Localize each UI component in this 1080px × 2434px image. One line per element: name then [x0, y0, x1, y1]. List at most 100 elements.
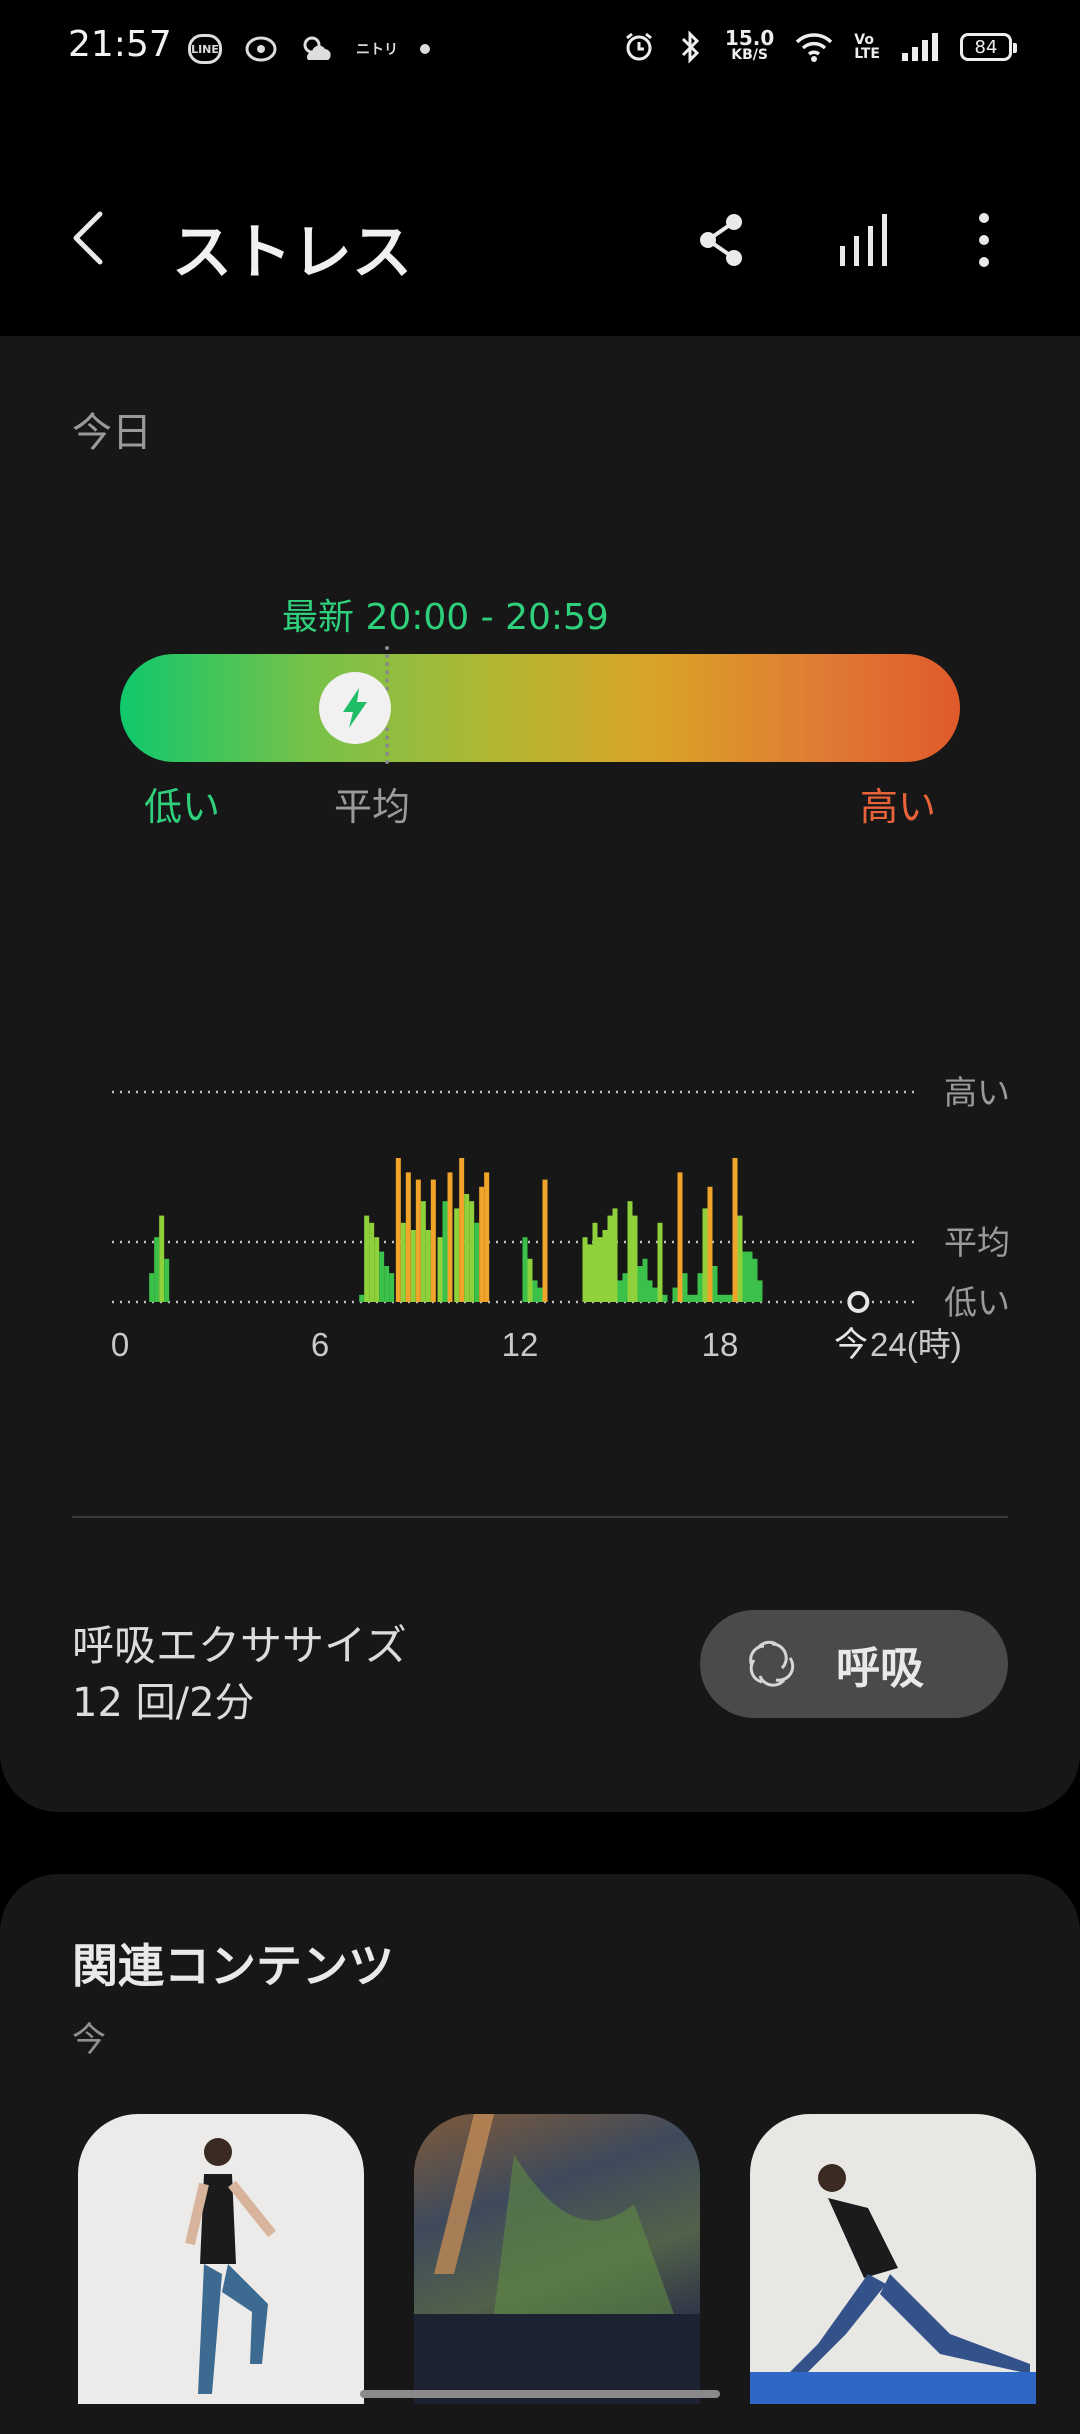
- chart-bar: [379, 1251, 385, 1302]
- chart-bar: [752, 1258, 758, 1302]
- chart-bar: [737, 1215, 743, 1302]
- chart-bar: [425, 1230, 431, 1302]
- yoga-lunge-thumbnail[interactable]: [750, 2114, 1036, 2404]
- bluetooth-icon: [681, 30, 700, 64]
- gauge-low-label: 低い: [144, 785, 221, 829]
- chart-bar: [747, 1251, 753, 1302]
- chart-bar: [430, 1179, 436, 1302]
- current-stress-marker: [319, 672, 392, 744]
- alarm-icon: [625, 32, 652, 61]
- net-speed-unit: KB/S: [731, 47, 768, 63]
- volte-icon: Vo LTE: [854, 32, 880, 62]
- x-tick-label: 0: [111, 1326, 129, 1363]
- related-content-title: 関連コンテンツ: [72, 1939, 394, 1993]
- chart-bar: [369, 1222, 375, 1302]
- stress-hourly-chart: 0 6 12 18 今 24(時) 高い平均低い: [111, 1074, 1010, 1364]
- gauge-average-label: 平均: [334, 785, 411, 829]
- back-arrow-icon[interactable]: [62, 208, 122, 268]
- chart-bar: [474, 1222, 480, 1302]
- chart-bar: [410, 1230, 416, 1302]
- chart-bar: [159, 1215, 165, 1302]
- page-title: ストレス: [172, 218, 412, 288]
- nitori-icon: ニトリ: [356, 42, 398, 58]
- chart-bar: [727, 1294, 733, 1302]
- chart-bar: [395, 1158, 401, 1302]
- chart-bar: [454, 1208, 460, 1302]
- more-notifications-dot: [420, 44, 430, 54]
- yoga-lunge-image: [750, 2164, 1036, 2404]
- gesture-nav-handle[interactable]: [360, 2390, 720, 2398]
- now-marker: [847, 1291, 870, 1313]
- line-icon: LINE: [188, 34, 222, 64]
- chart-bar: [389, 1273, 395, 1302]
- x-tick-label: 18: [702, 1326, 739, 1363]
- related-content-subtitle: 今: [72, 2020, 106, 2060]
- chart-bar: [420, 1201, 426, 1302]
- chart-bar: [647, 1280, 653, 1302]
- chart-bar: [607, 1215, 613, 1302]
- breathing-exercise-title: 呼吸エクササイズ: [72, 1621, 407, 1670]
- chart-bar: [612, 1208, 618, 1302]
- chart-bar: [415, 1179, 421, 1302]
- eye-app-icon: [245, 36, 277, 62]
- chart-bar: [149, 1273, 155, 1302]
- x-tick-label: 12: [502, 1326, 539, 1363]
- wifi-icon: [796, 33, 833, 62]
- battery-icon: 84: [960, 33, 1017, 61]
- chart-bar: [657, 1222, 663, 1302]
- section-divider: [72, 1516, 1008, 1518]
- chart-bar: [359, 1294, 365, 1302]
- aurora-thumbnail[interactable]: [414, 2114, 700, 2404]
- chart-bar: [364, 1215, 370, 1302]
- chart-bar: [627, 1201, 633, 1302]
- chart-bar: [732, 1158, 738, 1302]
- chart-bar: [642, 1258, 648, 1302]
- chart-bar: [164, 1258, 170, 1302]
- yoga-stretch-image: [185, 2138, 276, 2394]
- chart-bar: [632, 1215, 638, 1302]
- status-bar: 21:57 LINE ニトリ 15.0 KB/S Vo LTE 84: [0, 0, 1080, 96]
- yoga-stretch-thumbnail[interactable]: [78, 2114, 364, 2404]
- chart-bar: [442, 1201, 448, 1302]
- stress-gauge-bar: [120, 654, 960, 762]
- chart-bar: [697, 1273, 703, 1302]
- breathe-button[interactable]: 呼吸: [700, 1610, 1008, 1718]
- end-tick-label: 24(時): [870, 1326, 962, 1363]
- chart-bar: [522, 1237, 528, 1302]
- chart-bar: [617, 1280, 623, 1302]
- chart-bar: [652, 1287, 658, 1302]
- chart-bar: [537, 1287, 543, 1302]
- chart-bar: [742, 1251, 748, 1302]
- more-options-icon[interactable]: [954, 210, 1014, 270]
- chart-bar: [437, 1237, 443, 1302]
- chart-bar: [542, 1179, 548, 1302]
- app-bar: ストレス: [0, 180, 1080, 300]
- weather-icon: [303, 36, 331, 60]
- share-icon[interactable]: [692, 210, 752, 270]
- today-label: 今日: [72, 410, 152, 456]
- chart-bar: [687, 1294, 693, 1302]
- y-level-label: 低い: [944, 1284, 1010, 1321]
- latest-time-range: 最新 20:00 - 20:59: [282, 597, 609, 638]
- chart-bar: [757, 1280, 763, 1302]
- chart-bar: [582, 1237, 588, 1302]
- chart-bar: [677, 1172, 683, 1302]
- chart-bar: [717, 1294, 723, 1302]
- chart-bar: [592, 1222, 598, 1302]
- chart-bar: [672, 1287, 678, 1302]
- chart-bar: [702, 1208, 708, 1302]
- chart-bar: [405, 1172, 411, 1302]
- gauge-high-label: 高い: [860, 785, 937, 829]
- trends-chart-icon[interactable]: [834, 210, 894, 270]
- network-speed: 15.0 KB/S: [724, 26, 775, 64]
- chart-bar: [384, 1266, 390, 1302]
- y-level-label: 平均: [944, 1224, 1010, 1261]
- aurora-image: [414, 2114, 700, 2404]
- chart-bar: [712, 1266, 718, 1302]
- y-level-label: 高い: [944, 1074, 1010, 1111]
- net-speed-value: 15.0: [724, 26, 775, 50]
- x-tick-label: 6: [311, 1326, 329, 1363]
- chart-bar: [602, 1230, 608, 1302]
- chart-bar: [479, 1186, 485, 1302]
- status-time: 21:57: [68, 24, 172, 65]
